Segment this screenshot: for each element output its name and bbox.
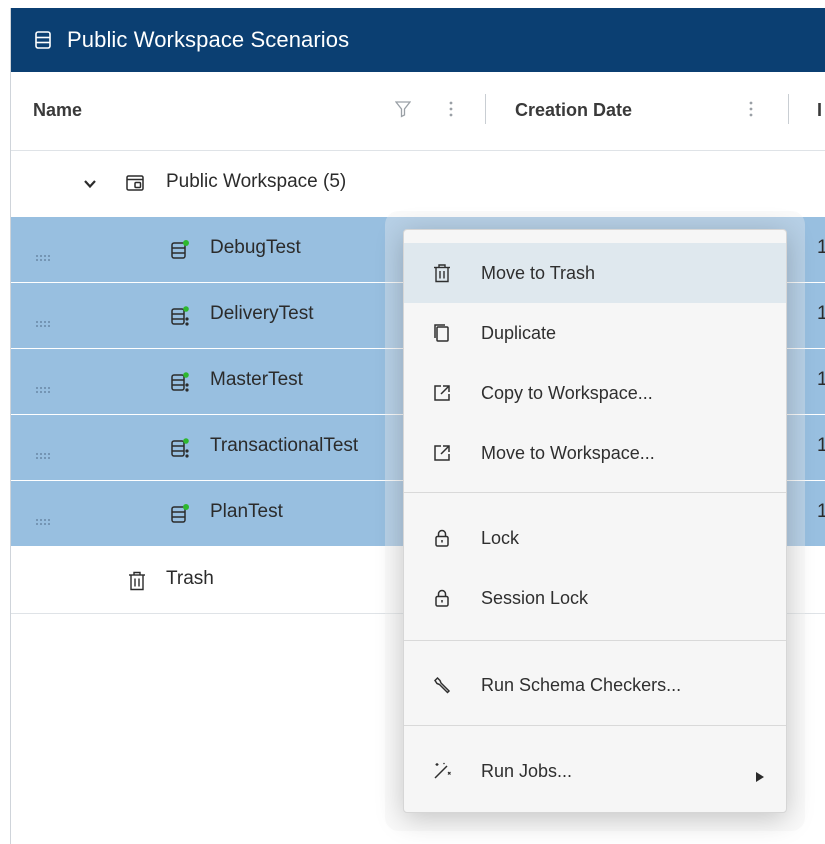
menu-item-label: Run Schema Checkers... [481, 674, 682, 695]
external-link-icon [432, 383, 452, 403]
drag-handle-icon[interactable] [35, 510, 51, 525]
panel-title-bar: Public Workspace Scenarios [11, 8, 825, 72]
duplicate-icon [432, 323, 452, 343]
menu-item-duplicate[interactable]: Duplicate [404, 303, 786, 363]
scenario-label: MasterTest [210, 369, 303, 390]
menu-item-copy-to-workspace[interactable]: Copy to Workspace... [404, 363, 786, 423]
tree-group-label: Public Workspace (5) [166, 171, 347, 192]
menu-item-move-to-trash[interactable]: Move to Trash [404, 243, 786, 303]
lock-icon [432, 588, 452, 608]
menu-item-lock[interactable]: Lock [404, 508, 786, 568]
column-menu-icon[interactable] [748, 99, 754, 119]
trash-icon [127, 570, 147, 592]
menu-item-run-schema-checkers[interactable]: Run Schema Checkers... [404, 655, 786, 715]
column-resize-handle[interactable] [788, 94, 789, 124]
menu-item-label: Session Lock [481, 587, 589, 608]
workspace-folder-icon [125, 173, 145, 195]
column-header-creation-date[interactable]: Creation Date [515, 100, 632, 121]
scenario-label: DeliveryTest [210, 303, 314, 324]
external-link-icon [432, 443, 452, 463]
menu-item-label: Run Jobs... [481, 760, 573, 781]
row-tail-value: 1 [817, 369, 825, 391]
menu-item-label: Duplicate [481, 322, 557, 343]
drag-handle-icon[interactable] [35, 378, 51, 393]
row-tail-value: 1 [817, 303, 825, 325]
menu-divider [404, 725, 786, 726]
scenario-database-share-icon [170, 371, 190, 393]
menu-item-move-to-workspace[interactable]: Move to Workspace... [404, 423, 786, 483]
tree-row-group[interactable]: Public Workspace (5) [11, 151, 825, 217]
menu-item-run-jobs[interactable]: Run Jobs... [404, 741, 786, 801]
row-tail-value: 1 [817, 501, 825, 523]
column-resize-handle[interactable] [485, 94, 486, 124]
menu-item-session-lock[interactable]: Session Lock [404, 568, 786, 628]
scenario-label: TransactionalTest [210, 435, 359, 456]
column-menu-icon[interactable] [448, 99, 454, 119]
scenario-database-share-icon [170, 305, 190, 327]
menu-item-label: Copy to Workspace... [481, 382, 653, 403]
database-icon [33, 30, 53, 50]
drag-handle-icon[interactable] [35, 246, 51, 261]
chevron-down-icon[interactable] [83, 175, 97, 189]
panel-title: Public Workspace Scenarios [67, 27, 350, 52]
lock-icon [432, 528, 452, 548]
trash-label: Trash [166, 568, 214, 589]
scenario-database-icon [170, 239, 190, 261]
submenu-arrow-icon [756, 766, 764, 782]
menu-item-label: Move to Workspace... [481, 442, 655, 463]
drag-handle-icon[interactable] [35, 444, 51, 459]
context-menu: Move to Trash Duplicate Copy to Workspac… [403, 229, 787, 813]
wrench-icon [432, 675, 452, 695]
filter-icon[interactable] [394, 100, 412, 118]
scenario-database-share-icon [170, 437, 190, 459]
menu-divider [404, 492, 786, 493]
menu-divider [404, 640, 786, 641]
scenario-label: DebugTest [210, 237, 301, 258]
menu-item-label: Lock [481, 527, 520, 548]
table-header: Name Creation Date I [11, 72, 825, 151]
menu-item-label: Move to Trash [481, 262, 596, 283]
drag-handle-icon[interactable] [35, 312, 51, 327]
magic-wand-icon [432, 761, 452, 781]
trash-icon [432, 263, 452, 283]
column-header-name[interactable]: Name [33, 100, 82, 121]
row-tail-value: 1 [817, 435, 825, 457]
row-tail-value: 1 [817, 237, 825, 259]
scenario-label: PlanTest [210, 501, 283, 522]
scenario-database-icon [170, 503, 190, 525]
column-header-partial[interactable]: I [817, 100, 822, 121]
